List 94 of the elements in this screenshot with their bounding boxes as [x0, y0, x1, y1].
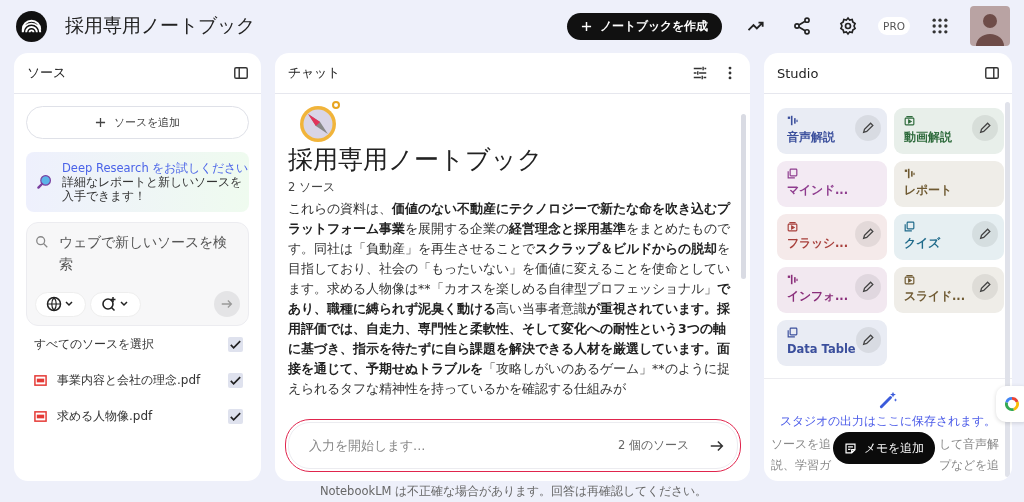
plus-icon: [581, 20, 593, 32]
tool-label: レポート: [904, 183, 952, 198]
source-checkbox[interactable]: [228, 408, 243, 424]
studio-tool-card[interactable]: 音声解説: [777, 108, 887, 154]
edit-button[interactable]: [855, 274, 881, 300]
tool-icon: [787, 274, 798, 285]
sidebar-toggle-icon[interactable]: [984, 65, 1000, 81]
description-text: して音声解: [939, 436, 999, 453]
edit-button[interactable]: [972, 221, 998, 247]
add-source-button[interactable]: ソースを追加: [26, 106, 249, 139]
add-note-button[interactable]: メモを追加: [833, 432, 935, 464]
studio-tool-card[interactable]: マインド...: [777, 161, 887, 207]
select-all-checkbox[interactable]: [228, 336, 243, 352]
studio-tool-card[interactable]: Data Table: [777, 320, 887, 366]
magnifier-icon: [36, 174, 52, 190]
settings-icon[interactable]: [838, 16, 859, 36]
edit-button[interactable]: [972, 274, 998, 300]
magic-wand-icon: [878, 390, 898, 410]
logo-icon[interactable]: [16, 10, 47, 42]
web-source-dropdown[interactable]: [35, 291, 86, 317]
pencil-icon: [861, 333, 876, 347]
tool-icon: [787, 221, 798, 232]
pencil-icon: [978, 121, 992, 135]
edit-button[interactable]: [855, 327, 881, 353]
tool-label: マインド...: [787, 183, 849, 198]
tool-label: 音声解説: [787, 130, 835, 145]
tune-icon[interactable]: [692, 65, 708, 81]
create-notebook-button[interactable]: ノートブックを作成: [567, 12, 723, 40]
tool-icon: [787, 168, 798, 179]
disclaimer-text: NotebookLM は不正確な場合があります。回答は再確認してください。: [318, 484, 709, 499]
avatar-icon[interactable]: [970, 6, 1010, 46]
tool-icon: [904, 221, 915, 232]
promo-text: Deep Research をお試しください 詳細なレポートと新しいソースを入手できます！: [62, 161, 249, 203]
select-all-label: すべてのソースを選択: [34, 335, 155, 353]
edit-button[interactable]: [972, 115, 998, 141]
compass-icon: [298, 100, 342, 144]
apps-icon[interactable]: [930, 16, 950, 36]
plus-icon: [95, 117, 106, 128]
summary-paragraph: これらの資料は、価値のない不動産にテクノロジーで新たな命を吹き込むプラットフォーム事業を展開する企業の経営理念と採用基準をまとめたものです。同社は「負動産」を再生させることでスクラップ＆ビルドからの脱却を目指しており、社会の「もったいない」を価値に変えることを使命としています。求める人物像は**「カオスを楽しめる自律型プロフェッショナル」であり、職種に縛られず泥臭く動ける高い当事者意識が重視されています。採用評価では、自走力、専門性と柔軟性、そして変化への耐性という3つの軸に基づき、指示を待たずに自ら課題を解決できる人材を厳選しています。面接を通じて、予期せぬトラブルを「攻略しがいのあるゲーム」**のように捉えられるタフな精神性を持っているかを確認する仕組みが: [288, 200, 730, 398]
source-checkbox[interactable]: [228, 372, 243, 388]
research-mode-dropdown[interactable]: [90, 291, 141, 317]
tool-label: インフォ...: [787, 289, 849, 304]
edit-button[interactable]: [855, 221, 881, 247]
pencil-icon: [978, 227, 992, 241]
pencil-icon: [861, 280, 875, 294]
panel-title: ソース: [27, 64, 66, 82]
search-icon: [35, 235, 49, 249]
description-text: プなどを追: [939, 457, 999, 474]
description-text: ソースを追: [771, 436, 831, 453]
description-text: 説、学習ガ: [771, 457, 831, 474]
pdf-icon: [34, 373, 47, 387]
assistant-button[interactable]: [996, 386, 1024, 422]
pencil-icon: [861, 227, 875, 241]
tool-label: クイズ: [904, 236, 940, 251]
globe-icon: [45, 296, 76, 312]
deep-research-link[interactable]: Deep Research をお試しください: [62, 161, 249, 175]
tool-icon: [904, 274, 915, 285]
search-box[interactable]: ウェブで新しいソースを検索: [26, 222, 249, 326]
google-icon: [1004, 396, 1020, 412]
pro-badge: PRO: [878, 17, 910, 35]
pdf-icon: [34, 409, 47, 423]
edit-button[interactable]: [855, 115, 881, 141]
studio-tool-card[interactable]: フラッシ...: [777, 214, 887, 260]
note-icon: [844, 441, 857, 455]
panel-title: Studio: [777, 65, 819, 81]
arrow-icon: [220, 297, 234, 311]
source-count: 2 ソース: [288, 180, 336, 195]
tool-icon: [904, 168, 915, 179]
notebook-title: 採用専用ノートブック: [65, 13, 255, 38]
source-item[interactable]: 事業内容と会社の理念.pdf: [57, 371, 218, 389]
studio-tool-card[interactable]: スライド...: [894, 267, 1004, 313]
tool-label: Data Table: [787, 342, 856, 356]
search-field[interactable]: ウェブで新しいソースを検索: [59, 231, 240, 291]
studio-empty-title: スタジオの出力はここに保存されます。: [780, 413, 996, 430]
tool-label: スライド...: [904, 289, 966, 304]
panel-title: チャット: [288, 64, 340, 82]
studio-tool-card[interactable]: クイズ: [894, 214, 1004, 260]
tool-icon: [787, 327, 798, 338]
source-count-label: 2 個のソース: [618, 438, 689, 453]
studio-tool-card[interactable]: 動画解説: [894, 108, 1004, 154]
tool-label: 動画解説: [904, 130, 952, 145]
studio-tool-card[interactable]: インフォ...: [777, 267, 887, 313]
tool-label: フラッシ...: [787, 236, 849, 251]
studio-tool-card[interactable]: レポート: [894, 161, 1004, 207]
notebook-heading: 採用専用ノートブック: [288, 144, 544, 176]
pencil-icon: [861, 121, 875, 135]
share-icon[interactable]: [792, 16, 813, 36]
tool-icon: [904, 115, 915, 126]
pencil-icon: [978, 280, 992, 294]
tool-icon: [787, 115, 798, 126]
source-item[interactable]: 求める人物像.pdf: [57, 407, 218, 425]
sidebar-toggle-icon[interactable]: [233, 65, 249, 81]
sparkle-search-icon: [100, 296, 131, 312]
chat-input-field[interactable]: 入力を開始します...: [307, 437, 608, 454]
